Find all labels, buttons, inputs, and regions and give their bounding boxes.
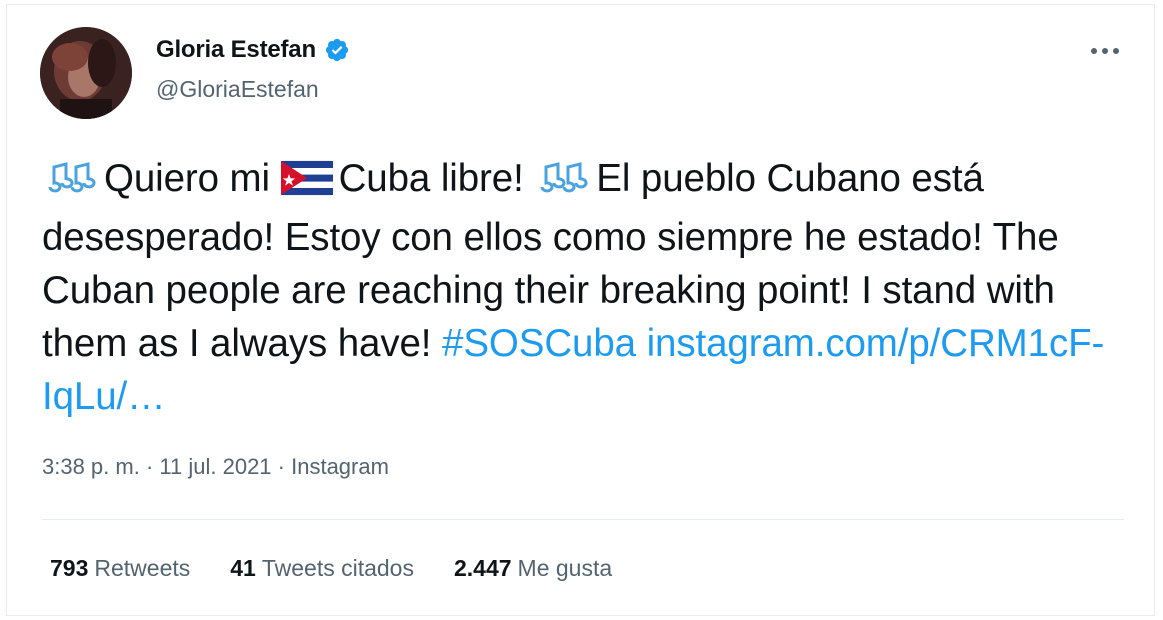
quotes-stat[interactable]: 41 Tweets citados [230,555,414,582]
tweet-text: Quiero mi Cuba libre! El pueblo Cubano e… [42,152,1132,423]
musical-notes-emoji [42,157,98,211]
tweet-stats: 793 Retweets 41 Tweets citados 2.447 Me gus… [50,555,612,582]
tweet-meta: 3:38 p. m. · 11 jul. 2021 · Instagram [42,454,389,480]
quotes-label: Tweets citados [261,555,414,581]
tweet-text-part1: Quiero mi [104,157,270,200]
meta-separator: · [139,454,160,479]
more-options-button[interactable] [1085,36,1125,66]
more-options-icon [1091,48,1119,54]
hashtag-link[interactable]: #SOSCuba [442,322,636,365]
avatar[interactable] [40,27,132,119]
tweet-source[interactable]: Instagram [291,454,389,479]
author-handle[interactable]: @GloriaEstefan [156,76,319,103]
verified-badge-icon [325,38,349,62]
likes-label: Me gusta [517,555,613,581]
retweets-count: 793 [50,555,89,581]
cuba-flag-emoji [280,158,334,211]
retweets-label: Retweets [94,555,191,581]
retweets-stat[interactable]: 793 Retweets [50,555,190,582]
avatar-image [40,27,132,119]
tweet-date[interactable]: 11 jul. 2021 [159,454,271,479]
author-name-row: Gloria Estefan [156,36,350,64]
likes-stat[interactable]: 2.447 Me gusta [454,555,612,582]
tweet-text-part2: Cuba libre! [338,157,524,200]
meta-separator: · [271,454,292,479]
author-display-name[interactable]: Gloria Estefan [156,36,316,64]
quotes-count: 41 [230,555,256,581]
musical-notes-emoji [534,157,590,211]
divider [42,519,1124,520]
tweet-time[interactable]: 3:38 p. m. [42,454,140,479]
likes-count: 2.447 [453,555,512,581]
